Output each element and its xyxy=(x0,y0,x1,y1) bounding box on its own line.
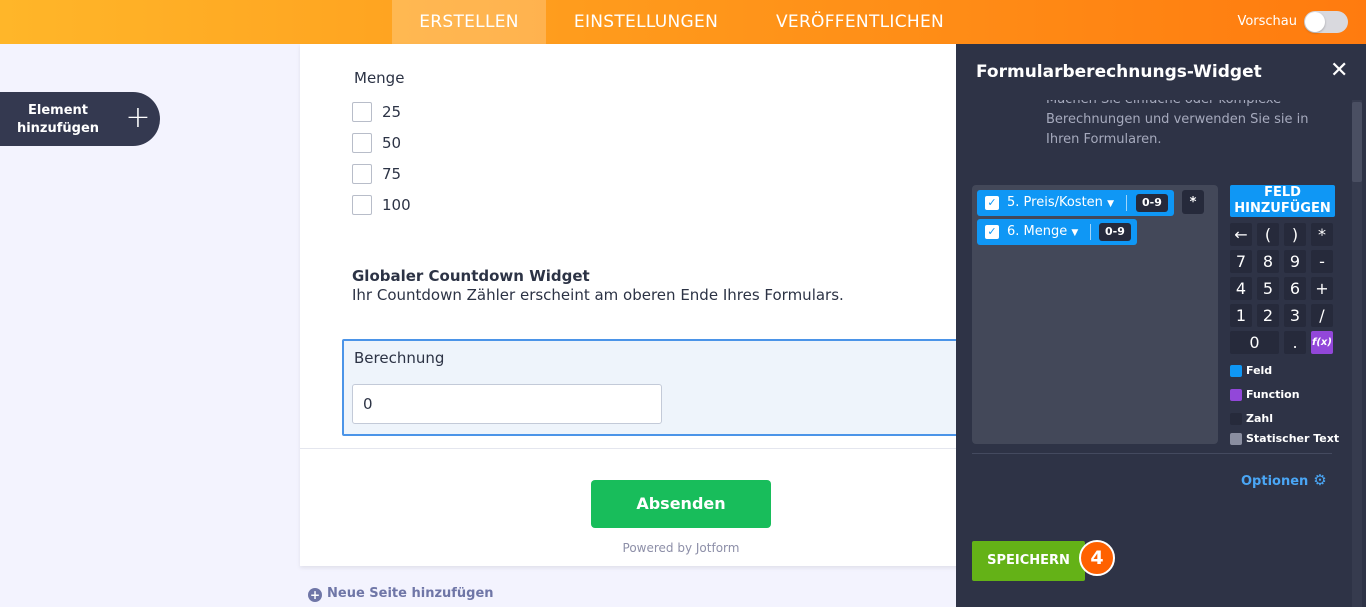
countdown-widget-description: Ihr Countdown Zähler erscheint am oberen… xyxy=(352,286,844,304)
add-new-page-label: Neue Seite hinzufügen xyxy=(327,586,494,601)
formula-field-range[interactable]: 0-9 xyxy=(1099,223,1131,241)
options-label: Optionen xyxy=(1241,474,1309,489)
add-new-page-link[interactable]: + Neue Seite hinzufügen xyxy=(308,586,494,602)
preview-toggle[interactable] xyxy=(1304,11,1348,33)
step-number-badge: 4 xyxy=(1079,540,1115,576)
key-plus[interactable]: + xyxy=(1311,277,1333,300)
legend-label: Statischer Text xyxy=(1246,432,1340,445)
checkbox-checked-icon: ✓ xyxy=(985,196,999,210)
calculation-widget-panel: Machen Sie einfache oder komplexe Berech… xyxy=(956,44,1366,607)
calculation-input[interactable]: 0 xyxy=(352,384,662,424)
key-multiply[interactable]: * xyxy=(1311,223,1333,246)
tab-erstellen[interactable]: ERSTELLEN xyxy=(392,0,546,44)
key-8[interactable]: 8 xyxy=(1257,250,1279,273)
key-minus[interactable]: - xyxy=(1311,250,1333,273)
formula-editor[interactable]: ✓ 5. Preis/Kosten ▼ 0-9 ✓ 6. Menge ▼ 0-9 xyxy=(972,185,1218,444)
tab-einstellungen[interactable]: EINSTELLUNGEN xyxy=(560,0,732,44)
key-5[interactable]: 5 xyxy=(1257,277,1279,300)
formula-field-range[interactable]: 0-9 xyxy=(1136,194,1168,212)
key-3[interactable]: 3 xyxy=(1284,304,1306,327)
chip-divider xyxy=(1126,195,1127,211)
key-backspace[interactable]: ← xyxy=(1230,223,1252,246)
legend-label: Zahl xyxy=(1246,412,1274,425)
key-6[interactable]: 6 xyxy=(1284,277,1306,300)
calculation-label: Berechnung xyxy=(354,349,445,367)
powered-by-text: Powered by Jotform xyxy=(622,541,740,555)
key-7[interactable]: 7 xyxy=(1230,250,1252,273)
top-navigation-bar: ERSTELLEN EINSTELLUNGEN VERÖFFENTLICHEN … xyxy=(0,0,1366,44)
formula-field-label: 6. Menge ▼ xyxy=(1007,224,1079,239)
add-element-label: Element hinzufügen xyxy=(16,103,100,136)
key-function[interactable]: f(x) xyxy=(1311,331,1333,354)
key-close-paren[interactable]: ) xyxy=(1284,223,1306,246)
legend-swatch xyxy=(1230,433,1242,445)
key-divide[interactable]: / xyxy=(1311,304,1333,327)
scrollbar-thumb[interactable] xyxy=(1352,102,1362,182)
form-canvas: Menge 25 50 75 100 Globaler Countdown Wi… xyxy=(300,44,972,566)
formula-operator-chip[interactable]: * xyxy=(1182,190,1204,214)
checkbox-label: 50 xyxy=(382,134,402,152)
legend-swatch xyxy=(1230,389,1242,401)
gear-icon: ⚙ xyxy=(1313,471,1327,489)
checkbox-label: 25 xyxy=(382,103,402,121)
key-1[interactable]: 1 xyxy=(1230,304,1252,327)
quantity-label: Menge xyxy=(354,69,405,87)
panel-header: Formularberechnungs-Widget ✕ xyxy=(956,44,1366,100)
caret-down-icon: ▼ xyxy=(1071,228,1079,238)
key-2[interactable]: 2 xyxy=(1257,304,1279,327)
legend-label: Function xyxy=(1246,388,1300,401)
save-button[interactable]: SPEICHERN xyxy=(972,541,1085,581)
plus-icon: + xyxy=(125,100,151,135)
close-icon[interactable]: ✕ xyxy=(1330,60,1348,82)
legend-label: Feld xyxy=(1246,364,1273,377)
checkbox-label: 100 xyxy=(382,196,411,214)
panel-title: Formularberechnungs-Widget xyxy=(976,62,1262,82)
key-0[interactable]: 0 xyxy=(1230,331,1279,354)
legend-swatch xyxy=(1230,365,1242,377)
formula-field-chip[interactable]: ✓ 5. Preis/Kosten ▼ 0-9 xyxy=(977,190,1174,216)
submit-button[interactable]: Absenden xyxy=(591,480,771,528)
checkbox[interactable] xyxy=(352,133,372,153)
calculation-field[interactable]: Berechnung 0 xyxy=(342,339,972,436)
countdown-widget-title: Globaler Countdown Widget xyxy=(352,267,590,285)
key-decimal[interactable]: . xyxy=(1284,331,1306,354)
add-field-button[interactable]: FELD HINZUFÜGEN xyxy=(1230,185,1335,217)
caret-down-icon: ▼ xyxy=(1107,199,1114,209)
checkbox[interactable] xyxy=(352,195,372,215)
checkbox[interactable] xyxy=(352,164,372,184)
preview-label: Vorschau xyxy=(1237,14,1297,29)
legend-swatch xyxy=(1230,413,1242,425)
key-open-paren[interactable]: ( xyxy=(1257,223,1279,246)
options-link[interactable]: Optionen ⚙ xyxy=(1241,471,1327,489)
form-footer: Absenden Powered by Jotform xyxy=(300,448,960,566)
plus-circle-icon: + xyxy=(308,588,322,602)
formula-field-label: 5. Preis/Kosten ▼ xyxy=(1007,195,1114,210)
key-4[interactable]: 4 xyxy=(1230,277,1252,300)
tab-veroeffentlichen[interactable]: VERÖFFENTLICHEN xyxy=(760,0,960,44)
key-9[interactable]: 9 xyxy=(1284,250,1306,273)
add-element-button[interactable]: Element hinzufügen + xyxy=(0,92,160,146)
checkbox[interactable] xyxy=(352,102,372,122)
chip-divider xyxy=(1090,224,1091,240)
toggle-knob xyxy=(1305,12,1325,32)
checkbox-checked-icon: ✓ xyxy=(985,225,999,239)
panel-divider xyxy=(972,453,1332,454)
checkbox-label: 75 xyxy=(382,165,402,183)
formula-field-chip[interactable]: ✓ 6. Menge ▼ 0-9 xyxy=(977,219,1137,245)
